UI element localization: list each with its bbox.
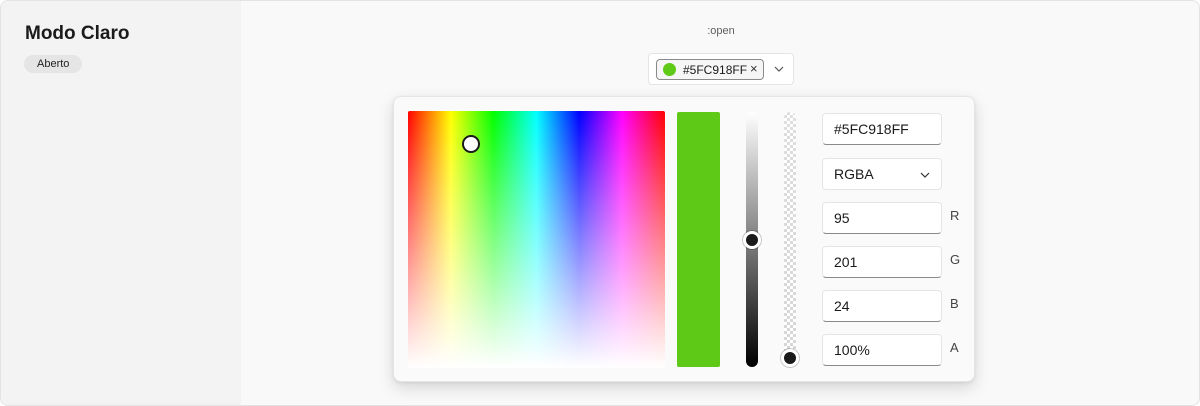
- green-input[interactable]: 201: [822, 246, 942, 278]
- red-label: R: [950, 208, 960, 223]
- chevron-down-icon: [920, 172, 930, 178]
- app-frame: Modo Claro Aberto :open #5FC918FF × #5FC…: [0, 0, 1200, 406]
- state-label: :open: [707, 25, 735, 37]
- chip-label: #5FC918FF: [683, 63, 748, 77]
- sidebar: Modo Claro Aberto: [1, 1, 241, 405]
- alpha-label: A: [950, 340, 959, 355]
- chevron-down-icon[interactable]: [773, 63, 785, 75]
- alpha-slider[interactable]: [781, 112, 799, 367]
- color-swatch: [663, 63, 676, 76]
- hex-input[interactable]: #5FC918FF: [822, 113, 942, 145]
- blue-label: B: [950, 296, 959, 311]
- value-slider-thumb[interactable]: [743, 231, 761, 249]
- close-icon[interactable]: ×: [750, 61, 758, 76]
- green-label: G: [950, 252, 961, 267]
- red-input[interactable]: 95: [822, 202, 942, 234]
- color-preview: [677, 112, 720, 367]
- page-title: Modo Claro: [25, 23, 130, 44]
- blue-input[interactable]: 24: [822, 290, 942, 322]
- color-mode-select[interactable]: RGBA: [822, 158, 942, 190]
- alpha-input[interactable]: 100%: [822, 334, 942, 366]
- state-badge: Aberto: [24, 55, 83, 73]
- value-slider[interactable]: [743, 112, 761, 367]
- alpha-slider-thumb[interactable]: [781, 349, 799, 367]
- color-picker-trigger[interactable]: #5FC918FF ×: [648, 53, 794, 85]
- color-spectrum[interactable]: [408, 111, 665, 368]
- selected-color-chip[interactable]: #5FC918FF ×: [656, 59, 764, 80]
- spectrum-thumb[interactable]: [462, 135, 480, 153]
- color-picker-popup: #5FC918FF RGBA 95 R 201 G 24 B 100% A: [393, 96, 975, 382]
- color-mode-value: RGBA: [834, 166, 874, 182]
